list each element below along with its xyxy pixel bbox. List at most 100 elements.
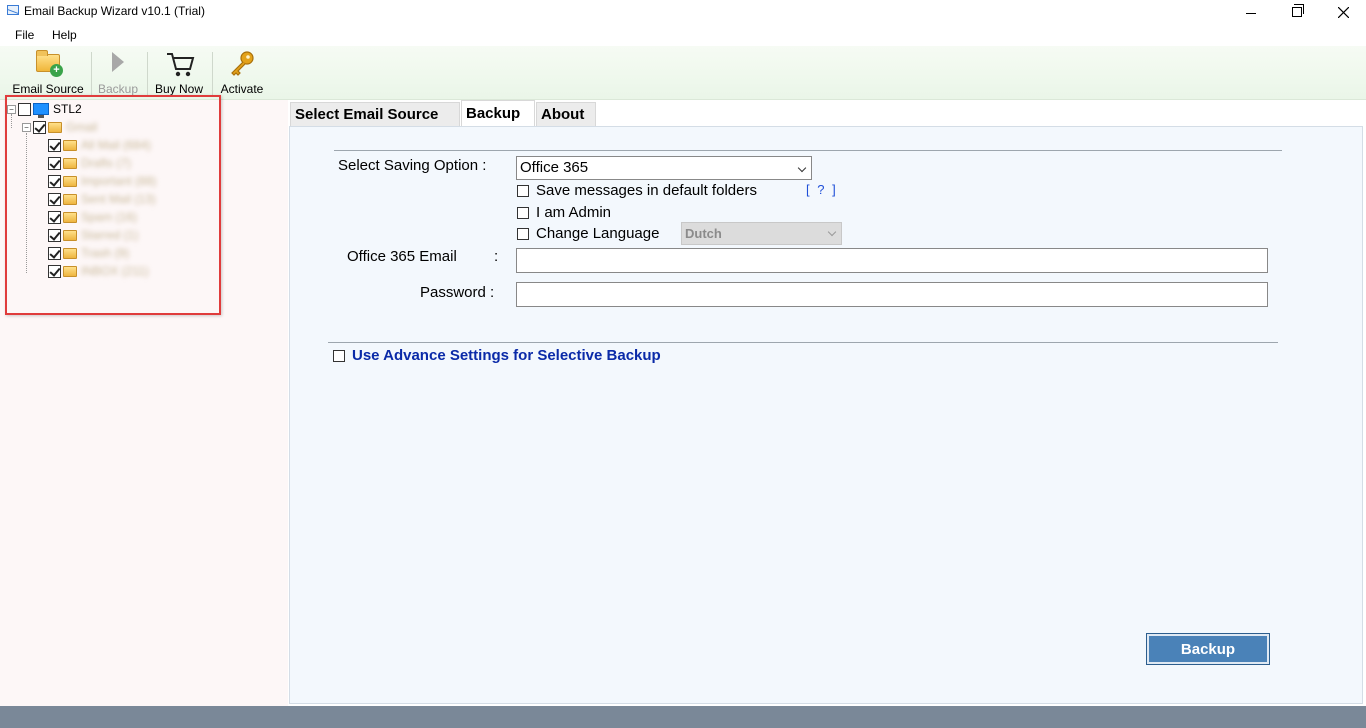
collapse-icon[interactable]: − xyxy=(7,104,16,114)
add-folder-icon: + xyxy=(32,48,64,80)
tab-backup[interactable]: Backup xyxy=(461,100,535,126)
tree-folder-checkbox[interactable] xyxy=(48,192,61,206)
password-input[interactable] xyxy=(516,282,1268,307)
buy-now-label: Buy Now xyxy=(154,82,204,96)
tab-about[interactable]: About xyxy=(536,102,596,126)
tree-folder-checkbox[interactable] xyxy=(48,246,61,260)
toolbar: + Email Source Backup Buy Now Activate xyxy=(0,46,1366,100)
toolbar-separator xyxy=(91,52,92,96)
folder-icon xyxy=(63,265,77,277)
saving-option-select[interactable]: Office 365 xyxy=(516,156,812,180)
folder-icon xyxy=(63,229,77,241)
tree-root-node[interactable]: − STL2 xyxy=(7,100,82,118)
close-button[interactable] xyxy=(1320,0,1366,24)
tree-folder-checkbox[interactable] xyxy=(48,174,61,188)
menu-file[interactable]: File xyxy=(15,28,34,42)
i-am-admin-option[interactable]: I am Admin xyxy=(517,204,611,221)
folder-icon xyxy=(63,193,77,205)
saving-option-label: Select Saving Option : xyxy=(338,157,487,174)
save-default-folders-checkbox[interactable] xyxy=(517,184,529,197)
menu-bar: File Help xyxy=(0,24,1366,46)
backup-toolbar-button[interactable]: Backup xyxy=(95,48,141,98)
divider xyxy=(328,342,1278,343)
tree-folder-checkbox[interactable] xyxy=(48,228,61,242)
backup-button[interactable]: Backup xyxy=(1146,633,1270,665)
office365-email-colon: : xyxy=(494,248,499,265)
tree-folder-checkbox[interactable] xyxy=(48,138,61,152)
activate-label: Activate xyxy=(220,82,264,96)
folder-icon xyxy=(63,139,77,151)
divider xyxy=(334,150,1282,151)
tree-folder-node[interactable]: All Mail (684) xyxy=(48,136,151,154)
tree-folder-label: Trash (9) xyxy=(81,246,130,260)
tree-folder-node[interactable]: Trash (9) xyxy=(48,244,129,262)
change-language-checkbox[interactable] xyxy=(517,227,529,240)
folder-icon xyxy=(48,121,62,133)
language-select[interactable]: Dutch xyxy=(681,222,842,245)
key-icon xyxy=(226,48,258,80)
office365-email-label: Office 365 Email xyxy=(347,248,457,265)
collapse-icon[interactable]: − xyxy=(22,122,31,132)
tree-folder-checkbox[interactable] xyxy=(48,210,61,224)
toolbar-separator xyxy=(212,52,213,96)
minimize-icon xyxy=(1246,12,1256,14)
minimize-button[interactable] xyxy=(1228,0,1274,24)
toolbar-separator xyxy=(147,52,148,96)
close-icon xyxy=(1337,6,1349,18)
help-link[interactable]: [ ? ] xyxy=(806,182,838,197)
chevron-down-icon xyxy=(797,163,807,173)
advance-settings-label: Use Advance Settings for Selective Backu… xyxy=(352,347,661,364)
tree-root-label: STL2 xyxy=(53,102,82,116)
save-default-folders-label: Save messages in default folders xyxy=(536,182,757,199)
tree-root-checkbox[interactable] xyxy=(18,102,31,116)
folder-icon xyxy=(63,175,77,187)
tree-folder-label: All Mail (684) xyxy=(81,138,152,152)
tree-folder-label: Important (88) xyxy=(81,174,157,188)
tree-folder-node[interactable]: Starred (1) xyxy=(48,226,138,244)
save-default-folders-option[interactable]: Save messages in default folders xyxy=(517,182,757,199)
tree-folder-node[interactable]: Sent Mail (13) xyxy=(48,190,156,208)
tree-folder-label: INBOX (211) xyxy=(81,264,149,278)
office365-email-input[interactable] xyxy=(516,248,1268,273)
menu-help[interactable]: Help xyxy=(52,28,77,42)
tree-folder-node[interactable]: Spam (16) xyxy=(48,208,137,226)
tree-folder-checkbox[interactable] xyxy=(48,264,61,278)
restore-button[interactable] xyxy=(1274,0,1320,24)
backup-toolbar-label: Backup xyxy=(97,82,139,96)
tree-folder-checkbox[interactable] xyxy=(48,156,61,170)
tree-folder-label: Drafts (7) xyxy=(81,156,132,170)
tree-folder-node[interactable]: Important (88) xyxy=(48,172,156,190)
change-language-label: Change Language xyxy=(536,225,660,242)
language-value: Dutch xyxy=(685,226,722,241)
i-am-admin-label: I am Admin xyxy=(536,204,612,221)
app-window: Email Backup Wizard v10.1 (Trial) File H… xyxy=(0,0,1366,728)
folder-icon xyxy=(63,157,77,169)
taskbar-strip xyxy=(0,706,1366,728)
password-label: Password : xyxy=(420,284,495,301)
play-icon xyxy=(102,48,134,80)
tree-account-label: Gmail xyxy=(66,120,98,134)
tree-folder-node[interactable]: INBOX (211) xyxy=(48,262,149,280)
activate-button[interactable]: Activate xyxy=(216,48,268,98)
i-am-admin-checkbox[interactable] xyxy=(517,206,529,219)
advance-settings-checkbox[interactable] xyxy=(333,349,345,362)
tree-account-checkbox[interactable] xyxy=(33,120,46,134)
cart-icon xyxy=(163,48,195,80)
email-source-button[interactable]: + Email Source xyxy=(10,48,86,98)
restore-icon xyxy=(1292,4,1304,17)
chevron-down-icon xyxy=(827,227,837,237)
trash-folder-icon xyxy=(63,247,77,259)
tree-folder-label: Sent Mail (13) xyxy=(81,192,156,206)
email-source-label: Email Source xyxy=(12,82,84,96)
window-title: Email Backup Wizard v10.1 (Trial) xyxy=(24,4,205,18)
mail-icon xyxy=(7,5,19,15)
buy-now-button[interactable]: Buy Now xyxy=(151,48,207,98)
folder-icon xyxy=(63,211,77,223)
tab-select-email-source[interactable]: Select Email Source xyxy=(290,102,460,126)
tree-account-node[interactable]: − Gmail xyxy=(22,118,97,136)
change-language-option[interactable]: Change Language xyxy=(517,225,659,242)
tree-folder-node[interactable]: Drafts (7) xyxy=(48,154,131,172)
title-bar: Email Backup Wizard v10.1 (Trial) xyxy=(0,0,1366,24)
advance-settings-option[interactable]: Use Advance Settings for Selective Backu… xyxy=(333,347,661,364)
tree-folder-label: Starred (1) xyxy=(81,228,139,242)
